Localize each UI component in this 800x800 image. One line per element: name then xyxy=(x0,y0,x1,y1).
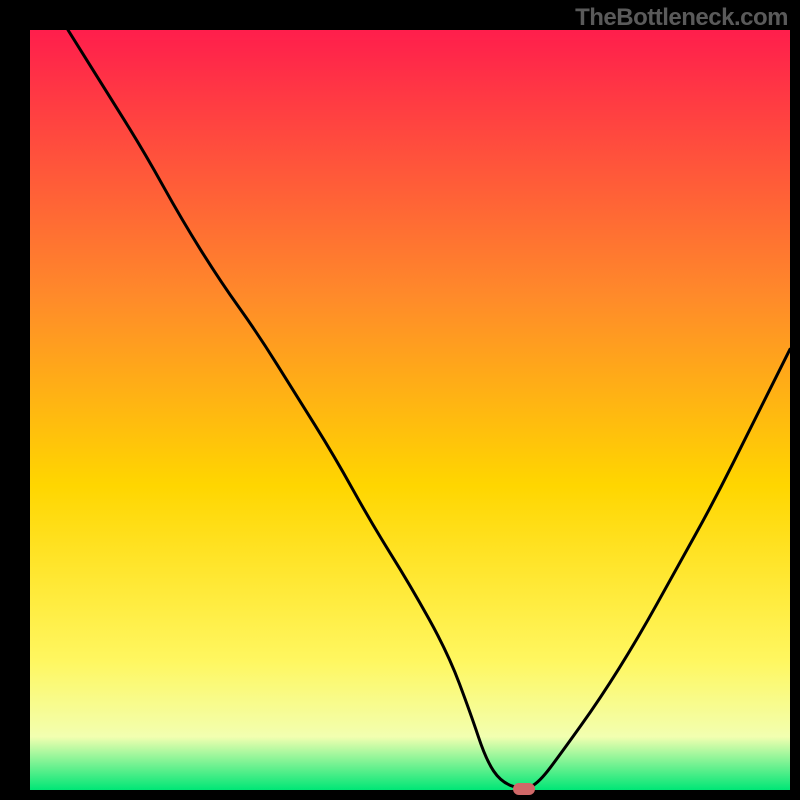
chart-frame xyxy=(0,0,800,800)
optimal-point-marker xyxy=(513,783,535,795)
bottleneck-chart xyxy=(0,0,800,800)
chart-plot-area xyxy=(30,30,790,790)
watermark-text: TheBottleneck.com xyxy=(575,4,788,32)
